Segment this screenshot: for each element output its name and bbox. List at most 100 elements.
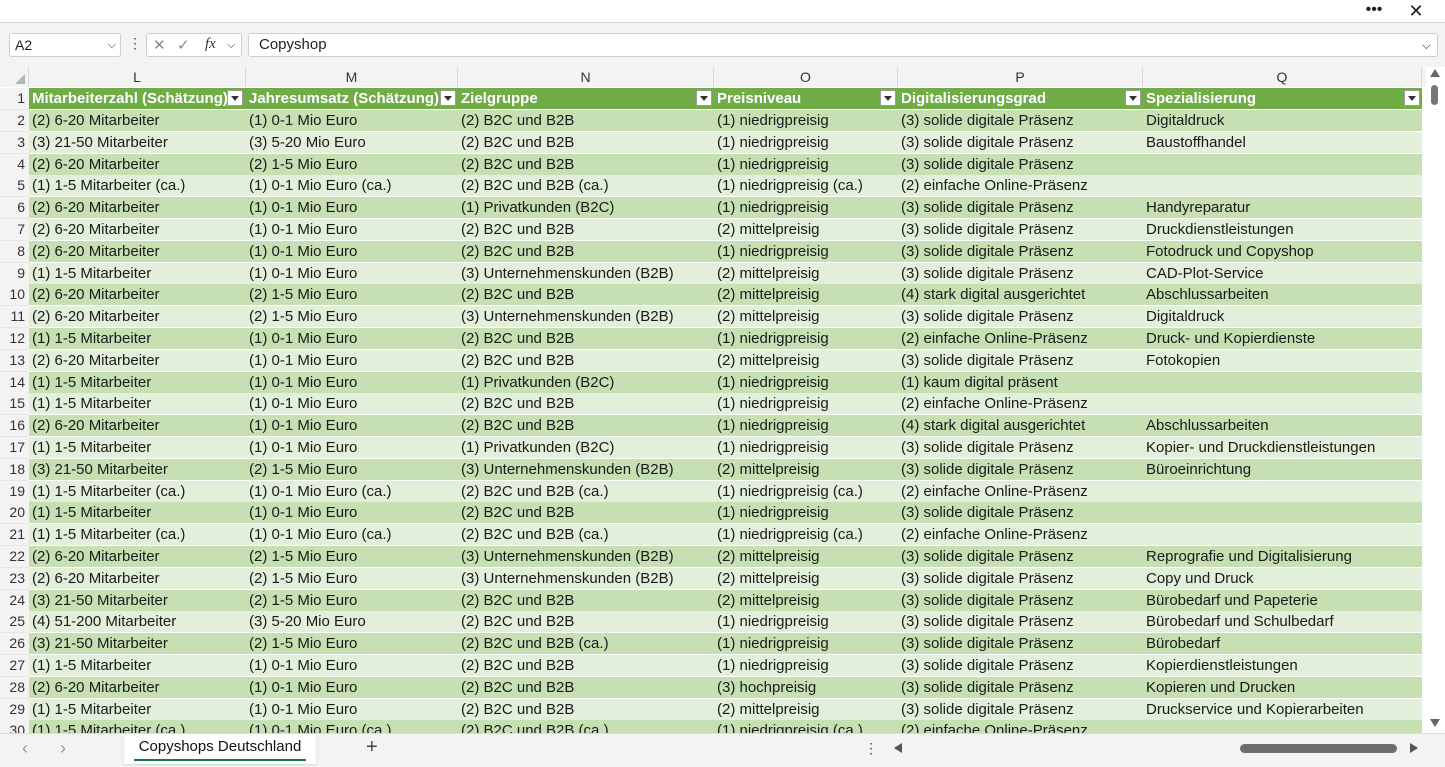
table-cell[interactable]: (2) B2C und B2B	[458, 611, 714, 632]
table-cell[interactable]: Digitaldruck	[1143, 110, 1422, 131]
expand-formula-icon[interactable]: ⌵	[1422, 34, 1431, 56]
row-header[interactable]: 3	[0, 131, 29, 154]
table-cell[interactable]: (2) einfache Online-Präsenz	[898, 328, 1143, 349]
table-cell[interactable]: (2) mittelpreisig	[714, 459, 898, 480]
table-cell[interactable]: (1) 1-5 Mitarbeiter	[29, 393, 246, 414]
table-cell[interactable]: (2) B2C und B2B	[458, 350, 714, 371]
table-cell[interactable]: (3) solide digitale Präsenz	[898, 154, 1143, 175]
row-header[interactable]: 7	[0, 219, 29, 241]
table-cell[interactable]: (1) 1-5 Mitarbeiter	[29, 263, 246, 284]
row-header[interactable]: 15	[0, 393, 29, 416]
table-cell[interactable]: (3) 5-20 Mio Euro	[246, 611, 458, 632]
table-cell[interactable]: (2) 1-5 Mio Euro	[246, 284, 458, 305]
table-cell[interactable]: (2) B2C und B2B (ca.)	[458, 720, 714, 733]
select-all-button[interactable]	[0, 67, 29, 87]
table-header-cell[interactable]: Mitarbeiterzahl (Schätzung)	[29, 88, 246, 109]
scroll-right-icon[interactable]	[1410, 743, 1418, 753]
table-cell[interactable]: (3) solide digitale Präsenz	[898, 655, 1143, 676]
table-cell[interactable]: (1) niedrigpreisig	[714, 655, 898, 676]
table-cell[interactable]: Druckdienstleistungen	[1143, 219, 1422, 240]
column-header-n[interactable]: N	[458, 67, 714, 87]
table-cell[interactable]: (1) niedrigpreisig	[714, 241, 898, 262]
row-header[interactable]: 10	[0, 284, 29, 307]
table-cell[interactable]: (3) 21-50 Mitarbeiter	[29, 459, 246, 480]
scroll-up-icon[interactable]	[1430, 69, 1440, 77]
table-cell[interactable]	[1143, 393, 1422, 414]
table-cell[interactable]: (4) stark digital ausgerichtet	[898, 284, 1143, 305]
row-header[interactable]: 1	[0, 88, 29, 110]
row-header[interactable]: 8	[0, 240, 29, 263]
table-header-cell[interactable]: Zielgruppe	[458, 88, 714, 109]
table-cell[interactable]: (2) 6-20 Mitarbeiter	[29, 241, 246, 262]
table-cell[interactable]: (3) solide digitale Präsenz	[898, 241, 1143, 262]
table-cell[interactable]: (2) 6-20 Mitarbeiter	[29, 415, 246, 436]
table-cell[interactable]: (3) solide digitale Präsenz	[898, 263, 1143, 284]
table-cell[interactable]: (3) solide digitale Präsenz	[898, 590, 1143, 611]
table-cell[interactable]: (1) niedrigpreisig (ca.)	[714, 175, 898, 196]
table-cell[interactable]: (2) mittelpreisig	[714, 568, 898, 589]
table-cell[interactable]: (1) 0-1 Mio Euro	[246, 677, 458, 698]
table-cell[interactable]: (2) mittelpreisig	[714, 699, 898, 720]
table-cell[interactable]: (2) mittelpreisig	[714, 263, 898, 284]
table-cell[interactable]: (1) niedrigpreisig (ca.)	[714, 481, 898, 502]
row-header[interactable]: 13	[0, 349, 29, 372]
table-cell[interactable]	[1143, 154, 1422, 175]
table-cell[interactable]: Baustoffhandel	[1143, 132, 1422, 153]
table-cell[interactable]: (3) solide digitale Präsenz	[898, 306, 1143, 327]
table-cell[interactable]: (2) 1-5 Mio Euro	[246, 459, 458, 480]
row-header[interactable]: 14	[0, 371, 29, 394]
table-cell[interactable]	[1143, 720, 1422, 733]
table-cell[interactable]: (2) B2C und B2B	[458, 415, 714, 436]
table-cell[interactable]: (1) niedrigpreisig	[714, 393, 898, 414]
chevron-down-icon[interactable]: ⌵	[227, 39, 235, 52]
table-cell[interactable]: Druckservice und Kopierarbeiten	[1143, 699, 1422, 720]
table-cell[interactable]: (1) niedrigpreisig	[714, 197, 898, 218]
table-cell[interactable]: (2) 1-5 Mio Euro	[246, 633, 458, 654]
filter-dropdown-icon[interactable]	[696, 90, 712, 106]
table-cell[interactable]: (1) 1-5 Mitarbeiter (ca.)	[29, 481, 246, 502]
row-header[interactable]: 25	[0, 611, 29, 634]
table-cell[interactable]: (2) 1-5 Mio Euro	[246, 154, 458, 175]
table-cell[interactable]: (3) Unternehmenskunden (B2B)	[458, 306, 714, 327]
column-header-o[interactable]: O	[714, 67, 898, 87]
table-cell[interactable]: (1) 0-1 Mio Euro	[246, 699, 458, 720]
table-cell[interactable]: (3) solide digitale Präsenz	[898, 502, 1143, 523]
filter-dropdown-icon[interactable]	[440, 90, 456, 106]
horizontal-scroll-thumb[interactable]	[1240, 744, 1397, 753]
table-cell[interactable]: (1) niedrigpreisig	[714, 132, 898, 153]
table-cell[interactable]: (1) 1-5 Mitarbeiter (ca.)	[29, 524, 246, 545]
table-cell[interactable]: (2) B2C und B2B	[458, 241, 714, 262]
table-cell[interactable]: (1) 1-5 Mitarbeiter	[29, 502, 246, 523]
table-cell[interactable]: Kopierdienstleistungen	[1143, 655, 1422, 676]
vertical-scroll-thumb[interactable]	[1431, 85, 1438, 105]
table-cell[interactable]: (1) 0-1 Mio Euro	[246, 219, 458, 240]
table-cell[interactable]: (2) B2C und B2B	[458, 677, 714, 698]
table-cell[interactable]: (2) B2C und B2B	[458, 219, 714, 240]
table-cell[interactable]	[1143, 524, 1422, 545]
table-cell[interactable]: (2) B2C und B2B (ca.)	[458, 524, 714, 545]
table-cell[interactable]: (3) Unternehmenskunden (B2B)	[458, 459, 714, 480]
table-cell[interactable]: (1) niedrigpreisig	[714, 372, 898, 393]
function-icon[interactable]: fx	[205, 36, 216, 53]
table-cell[interactable]: (3) Unternehmenskunden (B2B)	[458, 263, 714, 284]
table-cell[interactable]: (2) einfache Online-Präsenz	[898, 393, 1143, 414]
table-cell[interactable]: (1) niedrigpreisig	[714, 110, 898, 131]
table-cell[interactable]: (3) solide digitale Präsenz	[898, 197, 1143, 218]
table-cell[interactable]: (2) 6-20 Mitarbeiter	[29, 546, 246, 567]
table-cell[interactable]: (1) 0-1 Mio Euro	[246, 328, 458, 349]
table-cell[interactable]: (1) 0-1 Mio Euro (ca.)	[246, 175, 458, 196]
table-cell[interactable]: (1) Privatkunden (B2C)	[458, 197, 714, 218]
table-cell[interactable]: (3) 21-50 Mitarbeiter	[29, 633, 246, 654]
filter-dropdown-icon[interactable]	[1404, 90, 1420, 106]
table-cell[interactable]: (2) mittelpreisig	[714, 219, 898, 240]
table-cell[interactable]: (2) 1-5 Mio Euro	[246, 568, 458, 589]
table-cell[interactable]: (1) 1-5 Mitarbeiter	[29, 655, 246, 676]
table-cell[interactable]: (2) einfache Online-Präsenz	[898, 524, 1143, 545]
table-cell[interactable]: (1) 0-1 Mio Euro	[246, 241, 458, 262]
table-cell[interactable]: Fotokopien	[1143, 350, 1422, 371]
table-cell[interactable]: Abschlussarbeiten	[1143, 284, 1422, 305]
table-cell[interactable]: (2) 6-20 Mitarbeiter	[29, 154, 246, 175]
table-cell[interactable]: (2) B2C und B2B (ca.)	[458, 175, 714, 196]
column-header-m[interactable]: M	[246, 67, 458, 87]
table-cell[interactable]: (2) 6-20 Mitarbeiter	[29, 219, 246, 240]
